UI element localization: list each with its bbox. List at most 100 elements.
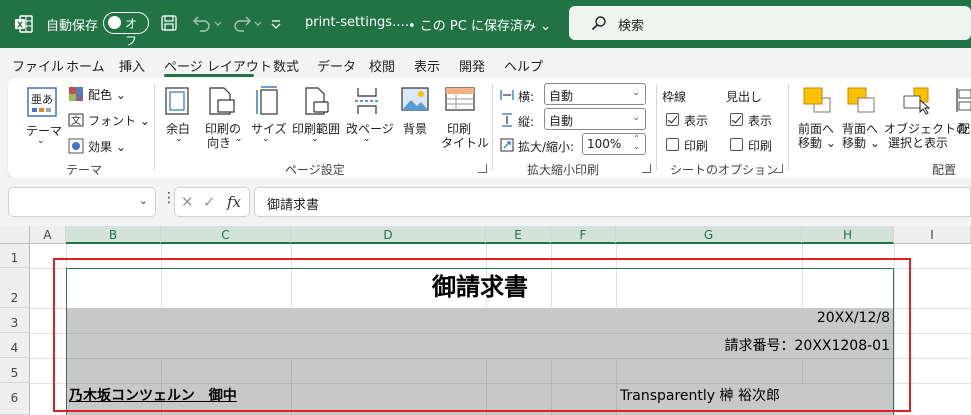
redo-icon[interactable] (230, 13, 264, 33)
breaks-icon[interactable] (354, 86, 380, 116)
column-header-c[interactable]: C (161, 226, 291, 244)
column-header-i[interactable]: I (894, 226, 971, 244)
height-label: 縦: (518, 115, 535, 129)
tab-insert[interactable]: 挿入 (119, 56, 145, 75)
save-status[interactable]: • この PC に保存済み ⌄ (408, 15, 551, 34)
size-icon[interactable] (254, 86, 280, 116)
save-icon[interactable] (160, 14, 178, 32)
chevron-down-icon: ⌄ (632, 113, 640, 123)
sheet-options-launcher-icon[interactable] (774, 164, 783, 173)
row-header-3[interactable]: 3 (0, 308, 30, 333)
column-header-d[interactable]: D (291, 226, 486, 244)
effects-button[interactable]: 効果 ⌄ (88, 138, 126, 155)
group-label-sheet-options: シートのオプション (670, 163, 779, 177)
tab-formulas[interactable]: 数式 (273, 56, 299, 75)
cancel-icon[interactable]: ✕ (181, 193, 194, 211)
autosave-toggle[interactable]: オフ (103, 12, 149, 48)
name-box[interactable]: ⌄ (8, 187, 156, 217)
headings-print-label: 印刷 (748, 139, 773, 153)
height-icon (502, 113, 512, 127)
active-tab-indicator (164, 74, 254, 77)
tab-home[interactable]: ホーム (66, 56, 105, 75)
spin-down-icon[interactable]: ⌄ (633, 142, 640, 151)
ribbon: 亜あ テーマ ⌄ 配色 ⌄ 文 フォント ⌄ 効果 ⌄ テーマ 余白 ⌄ 印刷の… (8, 78, 971, 178)
row-header-5[interactable]: 5 (0, 358, 30, 383)
column-header-f[interactable]: F (551, 226, 616, 244)
chevron-down-icon: ⌄ (235, 134, 243, 144)
bring-forward-label-2[interactable]: 移動 ⌄ (798, 134, 836, 151)
page-setup-launcher-icon[interactable] (478, 164, 487, 173)
column-header-e[interactable]: E (486, 226, 551, 244)
fonts-button[interactable]: フォント ⌄ (88, 112, 150, 129)
selection-pane-label-2[interactable]: 選択と表示 (888, 134, 948, 151)
gridlines-print-label: 印刷 (684, 139, 709, 153)
title-bar: X 自動保存 オフ print-settings.… • この PC に保存済み… (0, 0, 971, 48)
row-header-2[interactable]: 2 (0, 268, 30, 308)
excel-app-icon[interactable]: X (14, 14, 34, 34)
background-icon[interactable] (400, 86, 430, 114)
file-name[interactable]: print-settings.… (305, 15, 409, 30)
formula-bar: ⌄ ⋮ ✕ ✓ fx 御請求書 (0, 178, 971, 228)
scale-launcher-icon[interactable] (642, 164, 651, 173)
ribbon-tabs: ファイル ホーム 挿入 ページ レイアウト 数式 データ 校閲 表示 開発 ヘル… (0, 48, 971, 78)
tab-file[interactable]: ファイル (12, 56, 64, 75)
headings-label: 見出し (726, 90, 763, 104)
column-header-h[interactable]: H (802, 226, 894, 244)
width-dropdown[interactable]: 自動 ⌄ (544, 83, 646, 105)
gridlines-print-checkbox[interactable] (666, 138, 679, 151)
search-box[interactable]: 検索 (569, 6, 971, 40)
chevron-down-icon: ⌄ (363, 134, 371, 144)
tab-page-layout[interactable]: ページ レイアウト (164, 56, 272, 75)
group-label-page-setup: ページ設定 (285, 163, 345, 177)
print-titles-icon[interactable] (444, 86, 476, 114)
formula-buttons: ✕ ✓ fx (174, 187, 250, 217)
height-dropdown[interactable]: 自動 ⌄ (544, 108, 646, 130)
column-header-b[interactable]: B (66, 226, 161, 244)
send-backward-label-2[interactable]: 移動 ⌄ (842, 134, 880, 151)
row-header-6[interactable]: 6 (0, 383, 30, 415)
enter-icon[interactable]: ✓ (203, 193, 216, 211)
headings-view-label: 表示 (748, 114, 773, 128)
highlight-frame (53, 258, 911, 412)
orientation-label-2[interactable]: 向き (207, 134, 231, 151)
column-header-a[interactable]: A (30, 226, 66, 244)
row-header-1[interactable]: 1 (0, 244, 30, 268)
tab-review[interactable]: 校閲 (369, 56, 395, 75)
autosave-state: オフ (125, 17, 138, 48)
themes-icon[interactable]: 亜あ (26, 86, 58, 118)
margins-icon[interactable] (164, 86, 190, 116)
print-titles-label-2[interactable]: タイトル (441, 134, 489, 151)
tab-data[interactable]: データ (317, 56, 356, 75)
headings-print-checkbox[interactable] (730, 138, 743, 151)
gridlines-view-label: 表示 (684, 114, 709, 128)
select-all-corner[interactable] (0, 226, 30, 244)
column-header-g[interactable]: G (616, 226, 802, 244)
background-button[interactable]: 背景 (403, 120, 427, 137)
customize-quick-access-icon[interactable] (268, 13, 284, 33)
width-value: 自動 (549, 89, 574, 103)
print-area-icon[interactable] (302, 86, 330, 116)
send-backward-icon[interactable] (846, 86, 876, 114)
chevron-down-icon: ⌄ (37, 136, 45, 146)
scale-spinner[interactable]: 100% ⌃ ⌄ (582, 133, 646, 155)
insert-function-icon[interactable]: fx (227, 193, 241, 211)
formula-input[interactable]: 御請求書 (254, 187, 971, 217)
tab-view[interactable]: 表示 (414, 56, 440, 75)
row-header-4[interactable]: 4 (0, 333, 30, 358)
undo-icon[interactable] (190, 13, 224, 33)
tab-help[interactable]: ヘルプ (504, 56, 543, 75)
align-label[interactable]: 配 (958, 120, 970, 137)
search-placeholder: 検索 (618, 19, 645, 34)
group-separator (788, 84, 789, 170)
orientation-icon[interactable] (208, 86, 236, 116)
worksheet-grid[interactable]: A B C D E F G H I 1 2 3 4 5 6 御請求書 20XX/… (0, 226, 971, 415)
headings-view-checkbox[interactable] (730, 113, 743, 126)
align-icon[interactable] (956, 86, 971, 114)
gridlines-view-checkbox[interactable] (666, 113, 679, 126)
search-icon (591, 16, 606, 31)
colors-button[interactable]: 配色 ⌄ (88, 86, 126, 103)
tab-developer[interactable]: 開発 (459, 56, 485, 75)
selection-pane-icon[interactable] (902, 86, 932, 116)
group-label-arrange: 配置 (932, 163, 957, 177)
bring-forward-icon[interactable] (802, 86, 832, 114)
